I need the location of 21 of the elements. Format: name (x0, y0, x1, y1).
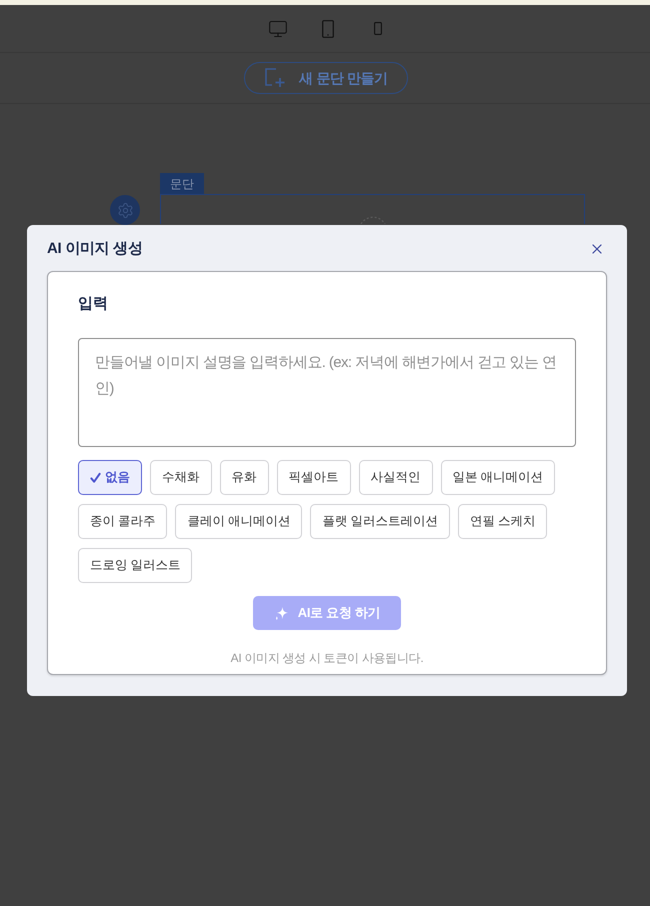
square-plus-icon (264, 68, 286, 88)
style-option[interactable]: 유화 (220, 460, 268, 495)
dialog-title: AI 이미지 생성 (47, 238, 143, 259)
style-option[interactable]: 종이 콜라주 (78, 504, 168, 539)
sparkle-icon (274, 606, 289, 620)
style-option[interactable]: 드로잉 일러스트 (78, 548, 192, 583)
style-option[interactable]: 사실적인 (358, 460, 432, 495)
style-option[interactable]: 픽셀아트 (276, 460, 350, 495)
style-option[interactable]: 수채화 (150, 460, 212, 495)
style-option[interactable]: 연필 스케치 (458, 504, 548, 539)
style-option[interactable]: 플랫 일러스트레이션 (310, 504, 450, 539)
section-title: 입력 (78, 294, 108, 314)
paragraph-tag: 문단 (160, 173, 204, 194)
paragraph-block[interactable] (160, 194, 585, 224)
settings-icon[interactable] (110, 195, 140, 225)
prompt-input-field[interactable]: 만들어낼 이미지 설명을 입력하세요. (ex: 저녁에 해변가에서 걷고 있는 연인) (78, 338, 576, 447)
style-option[interactable]: 일본 애니메이션 (440, 460, 555, 495)
style-option[interactable]: 없음 (78, 460, 142, 495)
style-option[interactable]: 클레이 애니메이션 (175, 504, 302, 539)
token-usage-note: AI 이미지 생성 시 토큰이 사용됩니다. (230, 650, 424, 666)
check-icon (90, 472, 101, 484)
